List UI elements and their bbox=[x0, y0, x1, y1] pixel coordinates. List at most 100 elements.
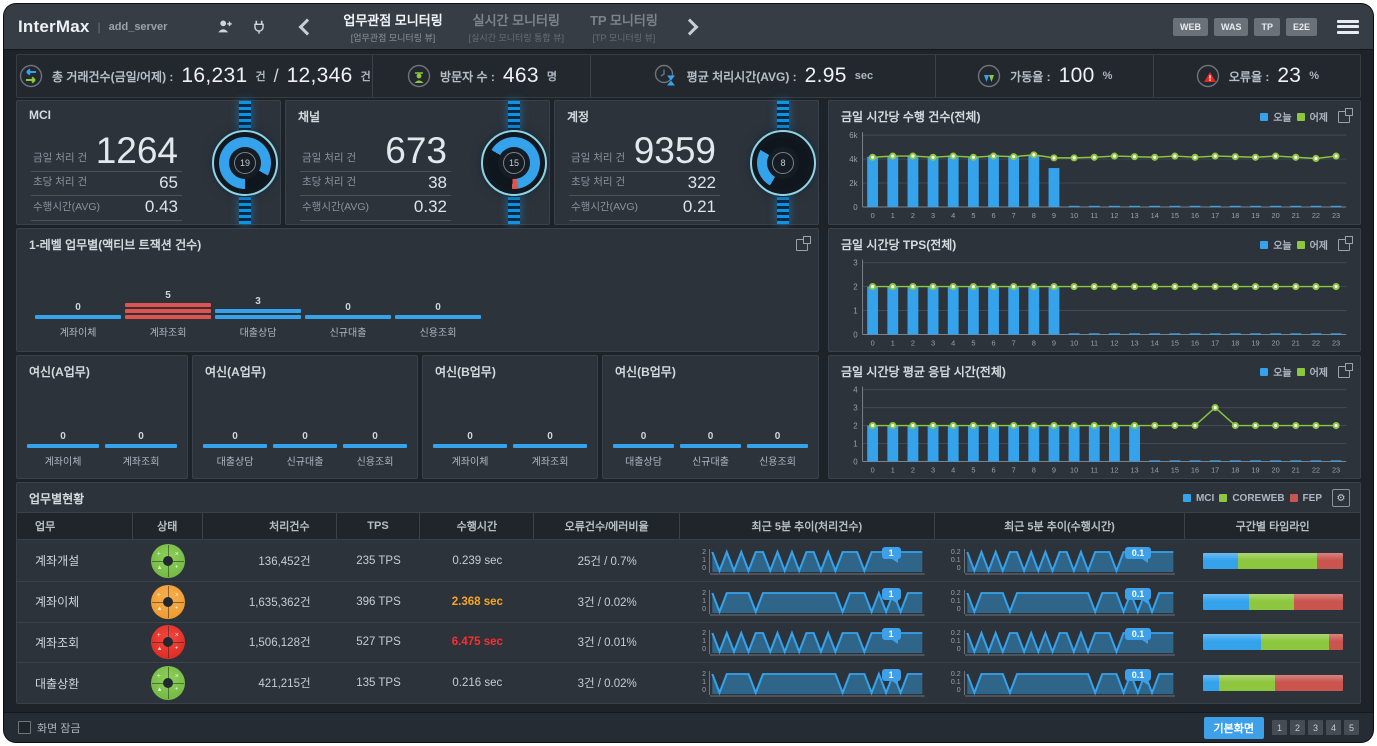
svg-text:4: 4 bbox=[951, 211, 955, 220]
tp-button[interactable]: TP bbox=[1254, 18, 1280, 36]
active-tx-item: 0계좌이체 bbox=[35, 302, 121, 339]
svg-text:16: 16 bbox=[1191, 465, 1199, 474]
svg-text:1: 1 bbox=[891, 211, 895, 220]
kpi-avg-time: 평균 처리시간(AVG) : 2.95sec bbox=[590, 55, 934, 97]
top-bar: InterMax | add_server 업무관점 모니터링 [업무관점 모니… bbox=[4, 4, 1373, 50]
svg-text:2: 2 bbox=[853, 282, 857, 291]
main-grid: MCI 금일 처리 건1264 초당 처리 건65 수행시간(AVG)0.43 … bbox=[16, 100, 1361, 710]
business-mini-item: 0계좌이체 bbox=[433, 431, 507, 468]
svg-text:22: 22 bbox=[1312, 465, 1320, 474]
menu-icon[interactable] bbox=[1337, 20, 1359, 34]
channel-gauge: 15 bbox=[481, 130, 547, 196]
small-card-yeosin-b1: 여신(B업무) 0계좌이체0계좌조회 bbox=[422, 355, 598, 479]
page-button[interactable]: 5 bbox=[1344, 720, 1359, 735]
svg-text:20: 20 bbox=[1272, 465, 1280, 474]
timeline-bar bbox=[1203, 594, 1343, 610]
svg-text:12: 12 bbox=[1110, 338, 1118, 347]
active-tx-item: 0신용조회 bbox=[395, 302, 481, 339]
table-row[interactable]: 계좌이체+×▴•1,635,362건396 TPS2.368 sec3건 / 0… bbox=[17, 582, 1360, 623]
business-mini-item: 0신용조회 bbox=[343, 431, 407, 468]
svg-text:14: 14 bbox=[1151, 211, 1159, 220]
chart-legend: 오늘어제 bbox=[1260, 237, 1328, 252]
web-button[interactable]: WEB bbox=[1173, 18, 1208, 36]
tab-business-monitoring[interactable]: 업무관점 모니터링 [업무관점 모니터링 뷰] bbox=[343, 10, 442, 44]
svg-text:20: 20 bbox=[1272, 338, 1280, 347]
table-row[interactable]: 계좌개설+×▴•136,452건235 TPS0.239 sec25건 / 0.… bbox=[17, 541, 1360, 582]
spark-axis: 210 bbox=[688, 590, 710, 614]
svg-text:11: 11 bbox=[1090, 465, 1098, 474]
svg-text:4: 4 bbox=[853, 385, 858, 394]
screen-lock-checkbox[interactable] bbox=[18, 721, 31, 734]
table-legend: MCI COREWEB FEP bbox=[1183, 493, 1322, 504]
spark-axis: 0.20.10 bbox=[943, 590, 965, 614]
page-button[interactable]: 4 bbox=[1326, 720, 1341, 735]
svg-text:9: 9 bbox=[1052, 465, 1056, 474]
svg-text:6: 6 bbox=[991, 465, 995, 474]
trend-badge: 1 bbox=[882, 669, 901, 681]
timeline-bar bbox=[1203, 553, 1343, 569]
page-button[interactable]: 2 bbox=[1290, 720, 1305, 735]
tabs-next-icon[interactable] bbox=[680, 17, 700, 37]
status-icon: +×▴• bbox=[151, 666, 185, 700]
timeline-bar bbox=[1203, 675, 1343, 691]
svg-text:3: 3 bbox=[931, 338, 935, 347]
business-mini-item: 0계좌조회 bbox=[105, 431, 177, 468]
account-gauge: 8 bbox=[750, 130, 816, 196]
default-screen-button[interactable]: 기본화면 bbox=[1204, 717, 1264, 739]
tabs-prev-icon[interactable] bbox=[297, 17, 317, 37]
page-button[interactable]: 3 bbox=[1308, 720, 1323, 735]
e2e-button[interactable]: E2E bbox=[1286, 18, 1317, 36]
business-mini-item: 0계좌조회 bbox=[513, 431, 587, 468]
svg-text:12: 12 bbox=[1110, 211, 1118, 220]
avg-time-icon bbox=[653, 63, 679, 89]
table-header: 업무 상태 처리건수 TPS 수행시간 오류건수/에러비율 최근 5분 추이(처… bbox=[17, 512, 1360, 540]
small-card-yeosin-b2: 여신(B업무) 0대출상담0신규대출0신용조회 bbox=[602, 355, 819, 479]
svg-text:2: 2 bbox=[911, 465, 915, 474]
svg-text:0: 0 bbox=[853, 457, 858, 466]
hourly-count-chart: 02k4k6k012345678910111213141516171819202… bbox=[833, 127, 1356, 222]
user-add-icon[interactable] bbox=[215, 17, 235, 37]
table-row[interactable]: 대출상환+×▴•421,215건135 TPS0.216 sec3건 / 0.0… bbox=[17, 663, 1360, 703]
svg-text:1: 1 bbox=[853, 306, 857, 315]
chart-legend: 오늘어제 bbox=[1260, 109, 1328, 124]
tab-realtime-monitoring[interactable]: 실시간 모니터링 [실시간 모니터링 통합 뷰] bbox=[469, 10, 564, 44]
business-mini-item: 0대출상담 bbox=[613, 431, 674, 468]
svg-text:13: 13 bbox=[1130, 211, 1138, 220]
was-button[interactable]: WAS bbox=[1214, 18, 1249, 36]
popup-icon[interactable] bbox=[1338, 366, 1350, 378]
page-button[interactable]: 1 bbox=[1272, 720, 1287, 735]
kpi-visitors: 방문자 수 : 463명 bbox=[372, 55, 590, 97]
active-transactions-panel: 1-레벨 업무별(액티브 트잭션 건수) 0계좌이체5계좌조회3대출상담0신규대… bbox=[16, 228, 819, 352]
uptime-icon bbox=[976, 63, 1002, 89]
transactions-icon bbox=[18, 63, 44, 89]
svg-text:20: 20 bbox=[1272, 211, 1280, 220]
plug-icon[interactable] bbox=[249, 17, 269, 37]
business-mini-item: 0신규대출 bbox=[273, 431, 337, 468]
svg-text:17: 17 bbox=[1211, 211, 1219, 220]
business-mini-item: 0대출상담 bbox=[203, 431, 267, 468]
svg-text:17: 17 bbox=[1211, 465, 1219, 474]
popup-icon[interactable] bbox=[1338, 239, 1350, 251]
svg-text:9: 9 bbox=[1052, 211, 1056, 220]
tab-tp-monitoring[interactable]: TP 모니터링 [TP 모니터링 뷰] bbox=[590, 10, 658, 44]
svg-text:6: 6 bbox=[991, 338, 995, 347]
popup-icon[interactable] bbox=[1338, 111, 1350, 123]
svg-text:21: 21 bbox=[1292, 211, 1300, 220]
svg-text:0: 0 bbox=[853, 203, 858, 212]
error-icon bbox=[1195, 63, 1221, 89]
spark-axis: 210 bbox=[688, 630, 710, 654]
svg-text:6k: 6k bbox=[849, 131, 857, 140]
svg-text:22: 22 bbox=[1312, 338, 1320, 347]
svg-text:1: 1 bbox=[891, 338, 895, 347]
app-logo: InterMax bbox=[18, 17, 90, 37]
business-mini-item: 0신용조회 bbox=[747, 431, 808, 468]
gear-icon[interactable]: ⚙ bbox=[1332, 489, 1350, 507]
gauge-card-mci: MCI 금일 처리 건1264 초당 처리 건65 수행시간(AVG)0.43 … bbox=[16, 100, 281, 225]
kpi-errors: 오류율 : 23% bbox=[1153, 55, 1360, 97]
timeline-bar bbox=[1203, 634, 1343, 650]
table-row[interactable]: 계좌조회+×▴•1,506,128건527 TPS6.475 sec3건 / 0… bbox=[17, 623, 1360, 664]
popup-icon[interactable] bbox=[796, 239, 808, 251]
svg-text:14: 14 bbox=[1151, 338, 1159, 347]
visitors-icon bbox=[406, 63, 432, 89]
svg-text:23: 23 bbox=[1332, 465, 1340, 474]
